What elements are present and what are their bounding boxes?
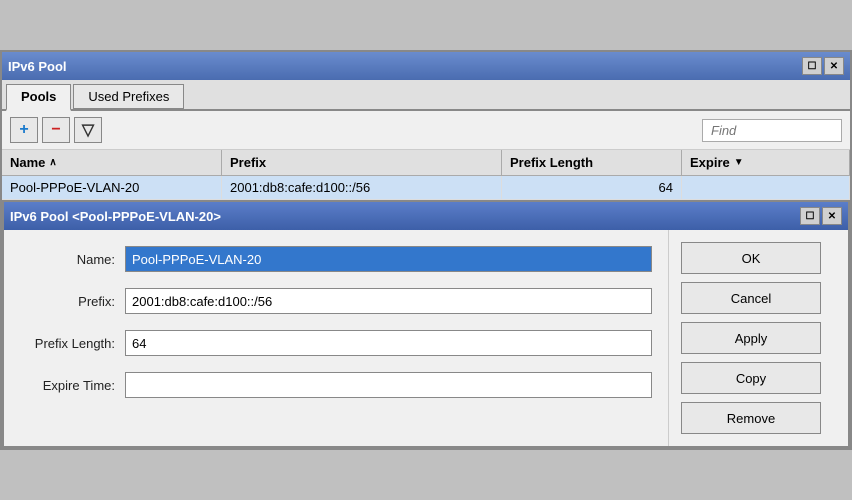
sort-icon: ∧ xyxy=(49,157,56,168)
form-area: Name: Prefix: Prefix Length: Expire Time… xyxy=(4,230,668,446)
add-button[interactable]: + xyxy=(10,117,38,143)
filter-button[interactable]: ▽ xyxy=(74,117,102,143)
tab-pools[interactable]: Pools xyxy=(6,84,71,111)
field-prefix-length-row: Prefix Length: xyxy=(20,330,652,356)
tab-bar: Pools Used Prefixes xyxy=(2,80,850,111)
remove-button-dialog[interactable]: Remove xyxy=(681,402,821,434)
title-bar: IPv6 Pool ☐ ✕ xyxy=(2,52,850,80)
tab-used-prefixes[interactable]: Used Prefixes xyxy=(73,84,184,109)
expire-time-input[interactable] xyxy=(125,372,652,398)
table: Name ∧ Prefix Prefix Length Expire ▼ Poo… xyxy=(2,150,850,200)
col-prefix: Prefix xyxy=(222,150,502,175)
field-name-row: Name: xyxy=(20,246,652,272)
cell-prefix-length: 64 xyxy=(502,176,682,199)
ok-button[interactable]: OK xyxy=(681,242,821,274)
sub-dialog-content: Name: Prefix: Prefix Length: Expire Time… xyxy=(4,230,848,446)
cell-prefix: 2001:db8:cafe:d100::/56 xyxy=(222,176,502,199)
button-area: OK Cancel Apply Copy Remove xyxy=(668,230,848,446)
title-bar-controls: ☐ ✕ xyxy=(802,57,844,75)
remove-button[interactable]: − xyxy=(42,117,70,143)
sub-dialog: IPv6 Pool <Pool-PPPoE-VLAN-20> ☐ ✕ Name:… xyxy=(2,200,850,448)
col-name: Name ∧ xyxy=(2,150,222,175)
col-expires: Expire ▼ xyxy=(682,150,850,175)
sub-close-button[interactable]: ✕ xyxy=(822,207,842,225)
sub-title-controls: ☐ ✕ xyxy=(800,207,842,225)
sub-dialog-title: IPv6 Pool <Pool-PPPoE-VLAN-20> xyxy=(10,209,221,224)
prefix-length-label: Prefix Length: xyxy=(20,336,125,351)
close-button[interactable]: ✕ xyxy=(824,57,844,75)
cell-expires xyxy=(682,176,850,199)
cancel-button[interactable]: Cancel xyxy=(681,282,821,314)
toolbar: + − ▽ xyxy=(2,111,850,150)
expire-time-label: Expire Time: xyxy=(20,378,125,393)
prefix-label: Prefix: xyxy=(20,294,125,309)
copy-button[interactable]: Copy xyxy=(681,362,821,394)
minimize-button[interactable]: ☐ xyxy=(802,57,822,75)
main-title: IPv6 Pool xyxy=(8,59,67,74)
find-input[interactable] xyxy=(702,119,842,142)
field-prefix-row: Prefix: xyxy=(20,288,652,314)
main-window: IPv6 Pool ☐ ✕ Pools Used Prefixes + − ▽ … xyxy=(0,50,852,450)
sub-title-bar: IPv6 Pool <Pool-PPPoE-VLAN-20> ☐ ✕ xyxy=(4,202,848,230)
apply-button[interactable]: Apply xyxy=(681,322,821,354)
name-input[interactable] xyxy=(125,246,652,272)
sub-minimize-button[interactable]: ☐ xyxy=(800,207,820,225)
cell-name: Pool-PPPoE-VLAN-20 xyxy=(2,176,222,199)
prefix-length-input[interactable] xyxy=(125,330,652,356)
table-header: Name ∧ Prefix Prefix Length Expire ▼ xyxy=(2,150,850,176)
field-expire-time-row: Expire Time: xyxy=(20,372,652,398)
dropdown-icon: ▼ xyxy=(734,157,744,168)
table-row[interactable]: Pool-PPPoE-VLAN-20 2001:db8:cafe:d100::/… xyxy=(2,176,850,200)
name-label: Name: xyxy=(20,252,125,267)
prefix-input[interactable] xyxy=(125,288,652,314)
col-prefix-length: Prefix Length xyxy=(502,150,682,175)
